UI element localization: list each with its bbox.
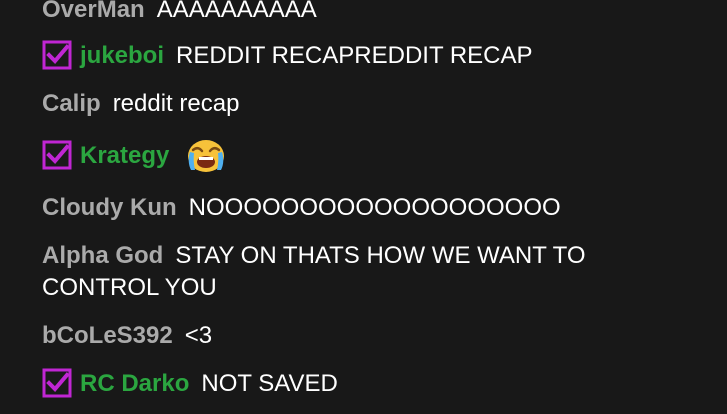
chat-message: Cloudy Kun NOOOOOOOOOOOOOOOOOOO [42,192,642,224]
chat-message: Alpha God STAY ON THATS HOW WE WANT TO CO… [42,240,642,304]
chat-message: Calip reddit recap [42,88,642,120]
chat-author[interactable]: Krategy [80,142,169,169]
loudly-crying-face-emoji [188,140,225,172]
chat-message-text: <3 [184,322,213,349]
chat-message-text: AAAAAAAAAA [156,0,317,23]
checkbox-badge-icon [42,40,72,70]
chat-message: bCoLeS392 <3 [42,320,642,352]
chat-message: jukeboi REDDIT RECAPREDDIT RECAP [42,40,642,72]
chat-author[interactable]: Calip [42,90,101,117]
checkbox-badge-icon [42,368,72,398]
checkbox-badge-icon [42,140,72,170]
chat-author[interactable]: RC Darko [80,370,189,397]
chat-author[interactable]: Cloudy Kun [42,194,177,221]
chat-author[interactable]: Alpha God [42,242,163,269]
chat-message-text: NOOOOOOOOOOOOOOOOOOO [188,194,561,221]
chat-message: OverMan AAAAAAAAAA [42,0,642,26]
chat-message-text: NOT SAVED [201,370,338,397]
chat-author[interactable]: OverMan [42,0,145,23]
chat-message: Krategy [42,138,642,176]
chat-author[interactable]: bCoLeS392 [42,322,173,349]
chat-author[interactable]: jukeboi [80,42,164,69]
chat-message: RC Darko NOT SAVED [42,368,642,400]
live-chat-feed: OverMan AAAAAAAAAA jukeboi REDDIT RECAPRED… [0,0,727,414]
chat-message-text: reddit recap [112,90,240,117]
chat-message-text: REDDIT RECAPREDDIT RECAP [176,42,533,69]
